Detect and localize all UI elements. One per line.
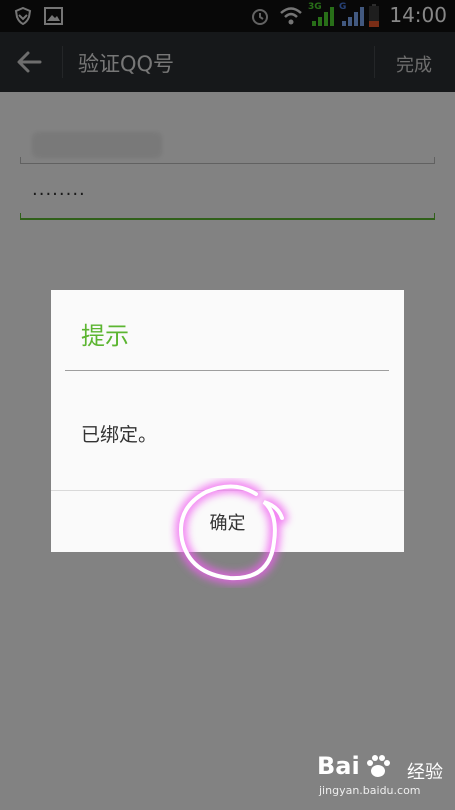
alert-dialog: 提示 已绑定。 确定	[51, 290, 404, 552]
watermark-brand: Bai	[317, 752, 360, 780]
baidu-jingyan-watermark: Bai 经验 jingyan.baidu.com	[315, 752, 445, 804]
dialog-divider	[65, 370, 389, 371]
dim-overlay	[0, 0, 455, 92]
confirm-button[interactable]: 确定	[51, 491, 404, 552]
confirm-button-label: 确定	[209, 512, 246, 534]
watermark-suffix: 经验	[407, 762, 443, 783]
paw-icon	[367, 755, 390, 777]
dialog-title: 提示	[81, 322, 129, 350]
watermark-url: jingyan.baidu.com	[319, 784, 421, 797]
dialog-message: 已绑定。	[81, 424, 158, 446]
